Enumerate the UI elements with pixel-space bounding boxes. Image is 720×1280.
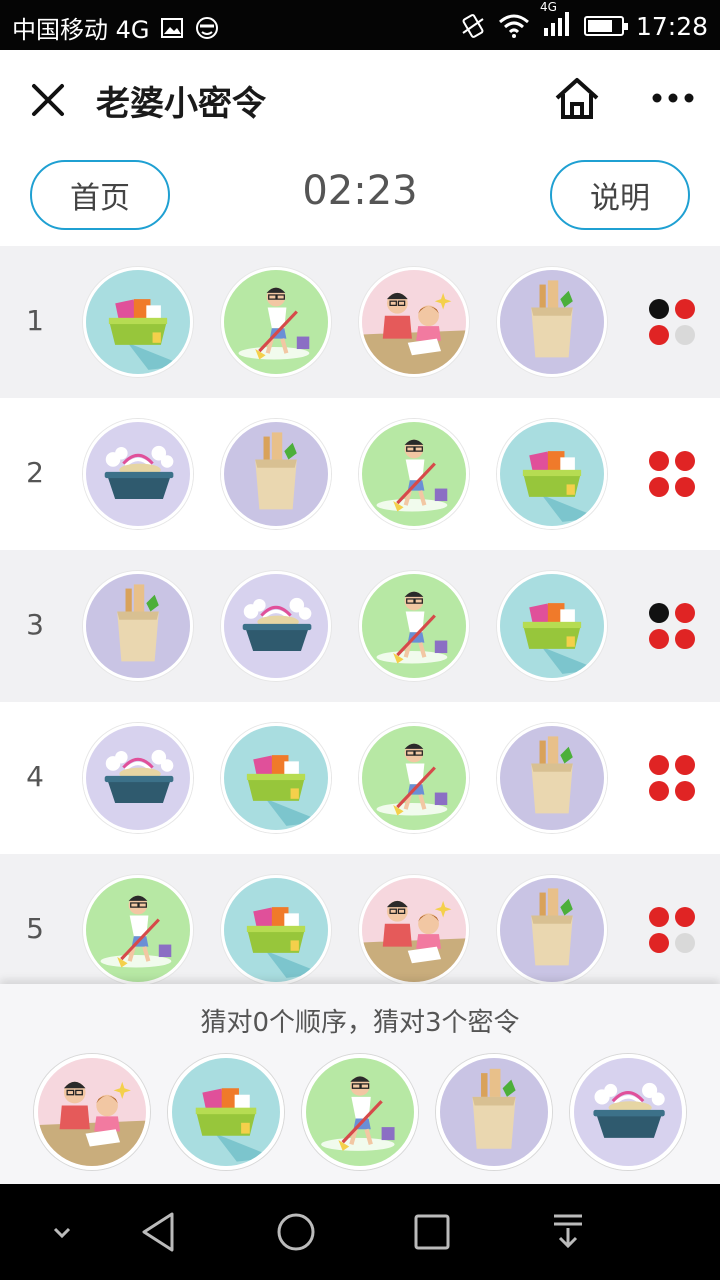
nav-bar	[0, 1184, 720, 1280]
more-icon[interactable]	[648, 86, 698, 110]
row-number: 2	[26, 456, 44, 489]
battery-fill	[587, 20, 612, 32]
game-controls: 首页 02:23 说明	[0, 146, 720, 246]
network-type-label: 4G	[539, 0, 557, 14]
feedback-peg-gray	[675, 325, 695, 345]
feedback-peg-red	[649, 781, 669, 801]
timer: 02:23	[302, 168, 418, 214]
chevron-down-icon[interactable]	[36, 1206, 88, 1258]
feedback-peg-red	[675, 299, 695, 319]
sweep-token-icon	[221, 267, 331, 377]
answer-panel: 猜对0个顺序，猜对3个密令	[0, 984, 720, 1184]
row-number: 5	[26, 912, 44, 945]
close-icon[interactable]	[26, 78, 70, 122]
guess-row: 4	[0, 702, 720, 854]
groceries-picker-button[interactable]	[436, 1054, 552, 1170]
feedback-peg-red	[649, 933, 669, 953]
feedback-peg-red	[675, 781, 695, 801]
feedback-peg-red	[649, 755, 669, 775]
row-number: 3	[26, 608, 44, 641]
battery-icon	[583, 16, 628, 36]
row-number: 4	[26, 760, 44, 793]
help-button[interactable]: 说明	[550, 160, 690, 230]
feedback-pegs	[646, 904, 698, 956]
back-icon[interactable]	[134, 1206, 186, 1258]
feedback-peg-red	[675, 907, 695, 927]
recents-icon[interactable]	[406, 1206, 458, 1258]
notification-pull-icon[interactable]	[542, 1206, 594, 1258]
sweep-token-icon	[359, 723, 469, 833]
row-number: 1	[26, 304, 44, 337]
feedback-pegs	[646, 600, 698, 652]
feedback-peg-red	[675, 451, 695, 471]
feedback-peg-red	[649, 907, 669, 927]
status-bar: 中国移动 4G 4G 17:28	[0, 0, 720, 50]
feedback-peg-red	[649, 325, 669, 345]
guess-row: 2	[0, 398, 720, 550]
sweep-picker-button[interactable]	[302, 1054, 418, 1170]
vibrate-icon	[462, 14, 484, 38]
image-icon	[160, 17, 183, 38]
feedback-peg-black	[649, 603, 669, 623]
laundry-picker-button[interactable]	[168, 1054, 284, 1170]
home-icon[interactable]	[552, 74, 602, 124]
guess-history: 1 2 3 4 5	[0, 246, 720, 1006]
feedback-peg-red	[675, 629, 695, 649]
feedback-pegs	[646, 752, 698, 804]
groceries-token-icon	[221, 419, 331, 529]
study-token-icon	[359, 875, 469, 985]
study-picker-button[interactable]	[34, 1054, 150, 1170]
groceries-token-icon	[83, 571, 193, 681]
groceries-token-icon	[497, 267, 607, 377]
result-message: 猜对0个顺序，猜对3个密令	[200, 1008, 520, 1038]
page-title: 老婆小密令	[96, 84, 266, 124]
dishes-token-icon	[221, 571, 331, 681]
dishes-token-icon	[83, 723, 193, 833]
guess-row: 1	[0, 246, 720, 398]
feedback-peg-red	[675, 603, 695, 623]
feedback-peg-red	[675, 755, 695, 775]
home-button[interactable]: 首页	[30, 160, 170, 230]
title-bar: 老婆小密令	[0, 50, 720, 146]
feedback-peg-red	[649, 629, 669, 649]
home-circle-icon[interactable]	[270, 1206, 322, 1258]
groceries-token-icon	[497, 723, 607, 833]
feedback-peg-red	[649, 451, 669, 471]
feedback-peg-black	[649, 299, 669, 319]
sweep-token-icon	[83, 875, 193, 985]
carrier-label: 中国移动 4G	[12, 16, 150, 44]
dishes-token-icon	[83, 419, 193, 529]
laundry-token-icon	[497, 571, 607, 681]
feedback-peg-red	[675, 477, 695, 497]
laundry-token-icon	[221, 723, 331, 833]
guess-row: 3	[0, 550, 720, 702]
sweep-token-icon	[359, 419, 469, 529]
feedback-peg-red	[649, 477, 669, 497]
dishes-picker-button[interactable]	[570, 1054, 686, 1170]
emoji-icon	[195, 16, 218, 39]
groceries-token-icon	[497, 875, 607, 985]
laundry-token-icon	[497, 419, 607, 529]
feedback-peg-gray	[675, 933, 695, 953]
wifi-icon	[498, 14, 529, 38]
study-token-icon	[359, 267, 469, 377]
feedback-pegs	[646, 448, 698, 500]
laundry-token-icon	[221, 875, 331, 985]
laundry-token-icon	[83, 267, 193, 377]
clock: 17:28	[635, 11, 708, 41]
feedback-pegs	[646, 296, 698, 348]
sweep-token-icon	[359, 571, 469, 681]
